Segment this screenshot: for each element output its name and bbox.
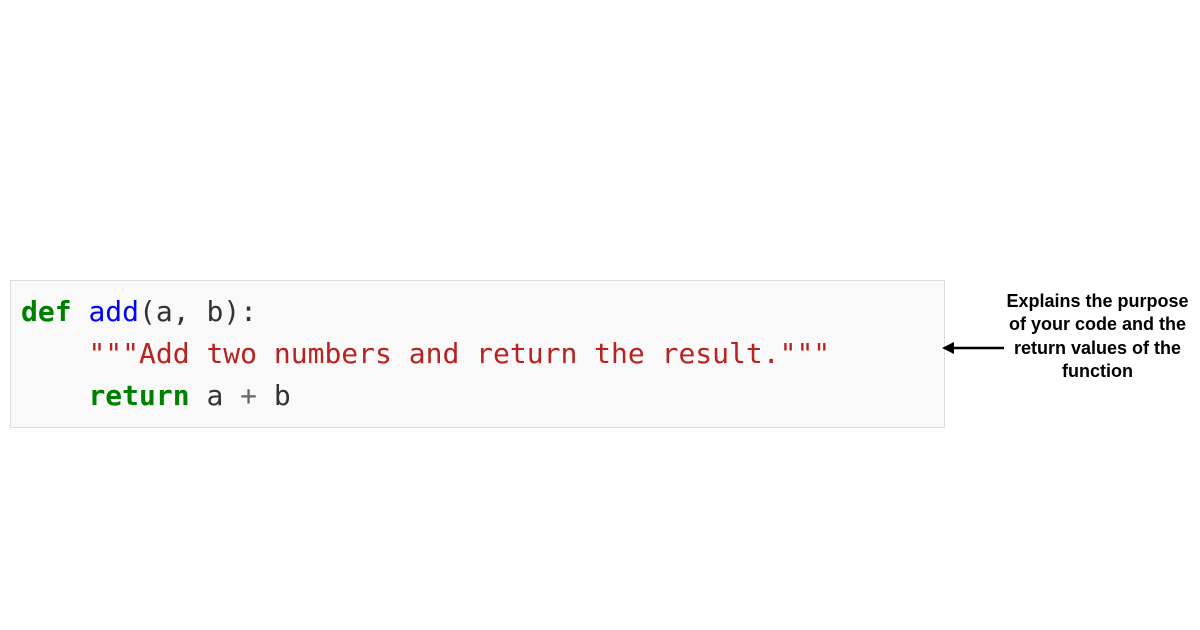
keyword-def: def <box>21 295 72 328</box>
return-b: b <box>274 379 291 412</box>
close-paren: ) <box>223 295 240 328</box>
return-a: a <box>206 379 223 412</box>
param-b: b <box>206 295 223 328</box>
function-name: add <box>88 295 139 328</box>
code-line-2: """Add two numbers and return the result… <box>21 333 934 375</box>
code-block: def add(a, b): """Add two numbers and re… <box>10 280 945 428</box>
indent <box>21 379 88 412</box>
arrow-icon <box>942 340 1004 356</box>
docstring: """Add two numbers and return the result… <box>88 337 830 370</box>
plus-operator: + <box>223 379 274 412</box>
open-paren: ( <box>139 295 156 328</box>
space <box>72 295 89 328</box>
comma: , <box>173 295 207 328</box>
colon: : <box>240 295 257 328</box>
indent <box>21 337 88 370</box>
annotation-text: Explains the purpose of your code and th… <box>1000 290 1195 384</box>
space <box>190 379 207 412</box>
keyword-return: return <box>88 379 189 412</box>
code-line-3: return a + b <box>21 375 934 417</box>
code-line-1: def add(a, b): <box>21 291 934 333</box>
param-a: a <box>156 295 173 328</box>
